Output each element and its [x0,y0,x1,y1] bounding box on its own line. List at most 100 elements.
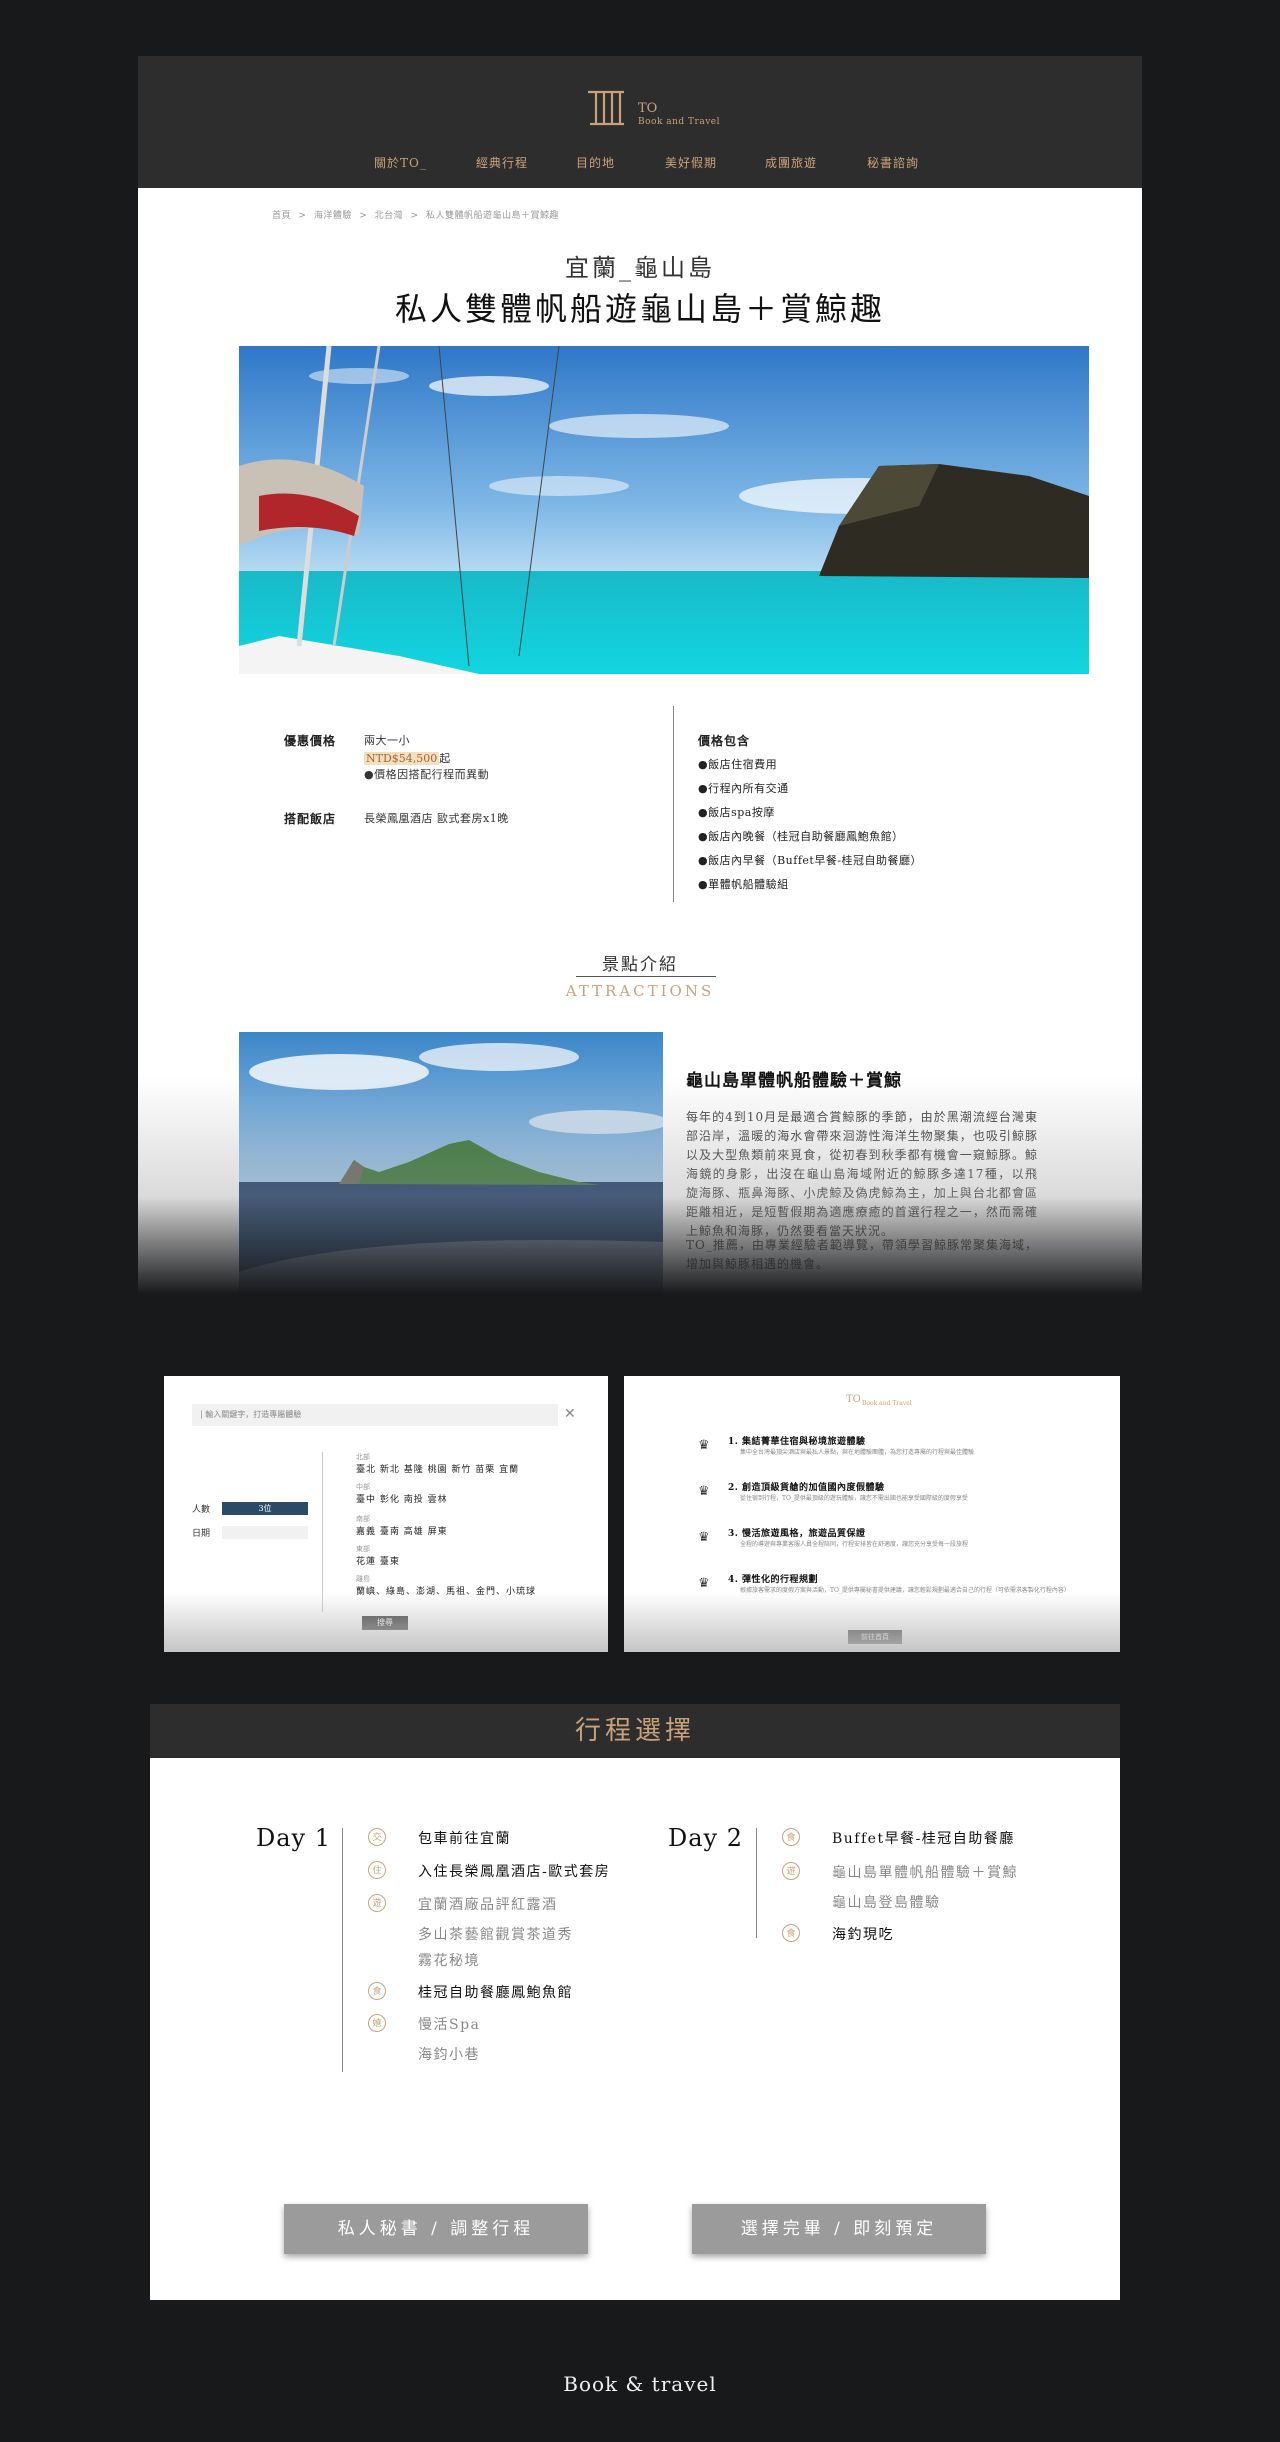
feature-title: 2. 創造頂級貨艙的加值國內度假體驗 [728,1483,885,1493]
brand-name: TO [638,101,658,116]
feature-desc: 集中全台灣最頂尖酒店與最私人景點，與在地體驗團體，為您打造專屬的行程與最佳體驗 [740,1449,975,1456]
itinerary-item[interactable]: 多山茶藝館觀賞茶道秀 [418,1924,573,1944]
breadcrumb: 首頁 > 海洋體驗 > 北台灣 > 私人雙體帆船遊龜山島＋賞鯨趣 [272,208,563,221]
itinerary-item[interactable]: 包車前往宜蘭 [418,1828,511,1848]
attraction-recommendation: TO_推薦，由專業經驗者範導覽，帶領學習鯨豚常聚集海域，增加與鯨豚相遇的機會。 [686,1238,1038,1271]
itinerary-item[interactable]: 宜蘭酒廠品評紅露酒 [418,1894,558,1914]
search-button[interactable]: 搜尋 [362,1616,408,1630]
itinerary-item[interactable]: 入住長榮鳳凰酒店-歐式套房 [418,1861,610,1881]
include-item: ●飯店spa按摩 [698,806,775,819]
region-cities[interactable]: 花蓮 臺東 [356,1554,400,1567]
sightseeing-icon: 遊 [368,1894,386,1912]
search-input[interactable]: | 輸入關鍵字，打造專屬體驗 [192,1404,558,1426]
breadcrumb-home[interactable]: 首頁 [272,211,291,221]
turtle-island-photo [239,1032,663,1294]
food-icon: 食 [368,1982,386,2000]
crown-icon: ♛ [698,1530,710,1545]
tour-location: 宜蘭_龜山島 [565,254,715,282]
lodging-icon: 住 [368,1861,386,1879]
breadcrumb-current: 私人雙體帆船遊龜山島＋賞鯨趣 [425,211,559,221]
nav-holidays[interactable]: 美好假期 [665,154,717,174]
itinerary-item[interactable]: 霧花秘境 [418,1950,480,1970]
attractions-heading: 景點介紹 [602,955,678,975]
attraction-image [239,1032,663,1294]
itinerary-item[interactable]: 海鈞小巷 [418,2044,480,2064]
attraction-title: 龜山島單體帆船體驗＋賞鯨 [686,1071,902,1091]
breadcrumb-sep: > [410,211,419,221]
price-suffix: 起 [439,752,451,765]
breadcrumb-sep: > [298,211,307,221]
price-row: NTD$54,500 起 [364,747,451,766]
attraction-description: 每年的4到10月是最適合賞鯨豚的季節，由於黑潮流經台灣東部沿岸，溫暖的海水會帶來… [686,1110,1038,1238]
leisure-icon: 嬉 [368,2014,386,2032]
itinerary-panel: Day 1 交 包車前往宜蘭 住 入住長榮鳳凰酒店-歐式套房 遊 宜蘭酒廠品評紅… [150,1758,1120,2300]
nav-about[interactable]: 關於TO_ [374,154,427,174]
nav-group-tours[interactable]: 成團旅遊 [765,154,817,174]
sailboat-island-photo [239,346,1089,674]
breadcrumb-north[interactable]: 北台灣 [375,211,404,221]
nav-secretary[interactable]: 秘書諮詢 [867,154,919,174]
feature-title: 1. 集結菁華住宿與秘境旅遊體驗 [728,1437,866,1447]
region-cities[interactable]: 臺中 彰化 南投 雲林 [356,1492,448,1505]
nav-destinations[interactable]: 目的地 [576,154,615,174]
include-item: ●單體帆船體驗組 [698,878,789,891]
crown-icon: ♛ [698,1438,710,1453]
day2-label: Day 2 [668,1824,744,1852]
feature-desc: 從住宿到行程，TO_提供最頂級的遊玩體驗，讓您不需出國也能享受國際級的度假享受 [740,1495,968,1502]
page-title: 私人雙體帆船遊龜山島＋賞鯨趣 [394,290,885,328]
nav-classic-tours[interactable]: 經典行程 [476,154,528,174]
footer-tagline: Book & travel [563,2372,717,2396]
book-now-button[interactable]: 選擇完畢 / 即刻預定 [692,2204,986,2254]
attractions-divider [576,976,716,977]
tour-page-card: TO Book and Travel 關於TO_ 經典行程 目的地 美好假期 成… [138,56,1142,1294]
price-label: 優惠價格 [284,734,337,748]
people-select[interactable]: 3位 [222,1502,308,1515]
itinerary-heading: 行程選擇 [150,1704,1120,1758]
hero-image [239,346,1089,674]
itinerary-item[interactable]: 龜山島單體帆船體驗＋賞鯨 [832,1862,1018,1882]
secretary-adjust-button[interactable]: 私人秘書 / 調整行程 [284,2204,588,2254]
brand-logo-icon: TO [846,1394,861,1405]
header-bar: TO Book and Travel 關於TO_ 經典行程 目的地 美好假期 成… [138,56,1142,188]
divider [673,706,674,902]
people-label: 人數 [192,1505,211,1515]
price-note: ●價格因搭配行程而異動 [364,768,490,781]
region-cities[interactable]: 蘭嶼、綠島、澎湖、馬祖、金門、小琉球 [356,1584,536,1597]
search-panel-preview: | 輸入關鍵字，打造專屬體驗 ✕ 人數 3位 日期 北部 臺北 新北 基隆 桃園… [164,1376,608,1652]
food-icon: 食 [782,1924,800,1942]
feature-title: 3. 慢活旅遊風格，旅遊品質保證 [728,1529,866,1539]
sightseeing-icon: 遊 [782,1862,800,1880]
region-cities[interactable]: 臺北 新北 基隆 桃園 新竹 苗栗 宜蘭 [356,1462,519,1475]
brand-logo-icon[interactable] [586,88,626,128]
itinerary-item[interactable]: Buffet早餐-桂冠自助餐廳 [832,1828,1015,1848]
crown-icon: ♛ [698,1484,710,1499]
itinerary-item[interactable]: 慢活Spa [418,2014,480,2034]
price-basis: 兩大一小 [364,734,410,747]
crown-icon: ♛ [698,1576,710,1591]
include-item: ●飯店內早餐（Buffet早餐-桂冠自助餐廳） [698,854,923,867]
itinerary-item[interactable]: 桂冠自助餐廳鳳鮑魚館 [418,1982,573,2002]
itinerary-item[interactable]: 海釣現吃 [832,1924,894,1944]
date-field[interactable] [222,1526,308,1539]
hotel-label: 搭配飯店 [284,812,337,826]
day1-label: Day 1 [256,1824,332,1852]
close-icon[interactable]: ✕ [564,1406,576,1422]
go-home-button[interactable]: 前往首頁 [848,1630,902,1644]
region-cities[interactable]: 嘉義 臺南 高雄 屏東 [356,1524,448,1537]
hotel-value: 長榮鳳凰酒店 歐式套房x1晚 [364,812,509,825]
feature-title: 4. 彈性化的行程規劃 [728,1575,819,1585]
food-icon: 食 [782,1828,800,1846]
feature-desc: 全程的導遊與專業客服人員全程陪同，行程安排皆在舒適度，讓您充分享受每一段旅程 [740,1541,969,1548]
transport-icon: 交 [368,1828,386,1846]
include-item: ●飯店內晚餐（桂冠自助餐廳鳳鮑魚館） [698,830,904,843]
region-name: 離島 [356,1575,370,1583]
region-name: 東部 [356,1545,370,1553]
include-item: ●行程內所有交通 [698,782,789,795]
itinerary-item[interactable]: 龜山島登島體驗 [832,1892,941,1912]
region-name: 南部 [356,1515,370,1523]
day1-timeline [342,1828,343,2072]
feature-desc: 根據旅客需求的度假方案與活動，TO_提供專屬秘書提供建議，讓您輕鬆規劃最適合自己… [740,1587,1070,1594]
breadcrumb-ocean[interactable]: 海洋體驗 [314,211,352,221]
features-panel-preview: TO Book and Travel ♛ 1. 集結菁華住宿與秘境旅遊體驗 集中… [624,1376,1120,1652]
divider [322,1452,323,1612]
